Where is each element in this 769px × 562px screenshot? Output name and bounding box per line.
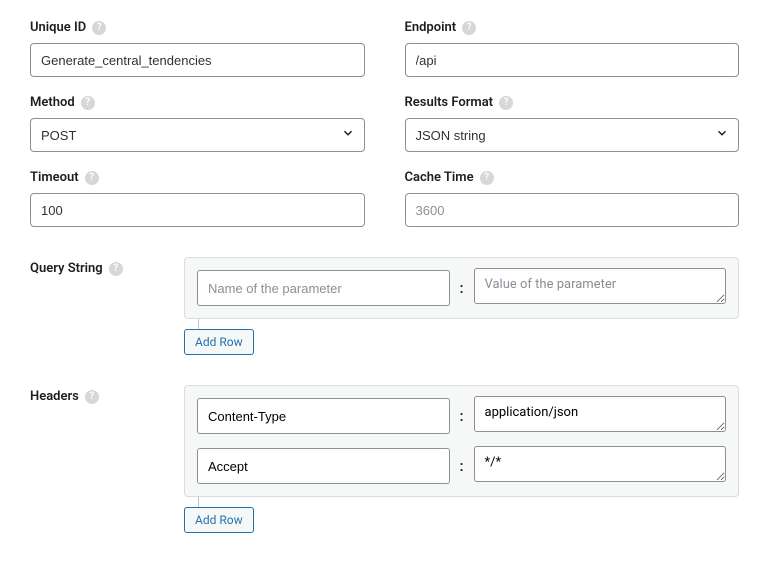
endpoint-input[interactable] <box>405 43 740 77</box>
colon: : <box>458 457 466 475</box>
help-icon: ? <box>499 96 513 110</box>
results-format-select[interactable]: JSON string <box>405 118 740 152</box>
help-icon: ? <box>462 21 476 35</box>
header-name-input[interactable] <box>197 398 450 434</box>
query-string-block: : <box>184 257 739 319</box>
unique-id-label: Unique ID ? <box>30 20 365 35</box>
colon: : <box>458 279 466 297</box>
help-icon: ? <box>109 262 123 276</box>
header-name-input[interactable] <box>197 448 450 484</box>
header-row: : <box>197 446 726 486</box>
headers-block: : : <box>184 385 739 497</box>
colon: : <box>458 407 466 425</box>
endpoint-label: Endpoint ? <box>405 20 740 35</box>
add-row-button[interactable]: Add Row <box>184 507 254 533</box>
method-select[interactable]: POST <box>30 118 365 152</box>
header-value-input[interactable] <box>474 446 727 482</box>
help-icon: ? <box>480 171 494 185</box>
help-icon: ? <box>92 21 106 35</box>
headers-label: Headers ? <box>30 389 160 404</box>
method-label: Method ? <box>30 95 365 110</box>
header-value-input[interactable] <box>474 396 727 432</box>
cache-time-input[interactable] <box>405 193 740 227</box>
help-icon: ? <box>85 390 99 404</box>
query-param-name-input[interactable] <box>197 270 450 306</box>
connector-line <box>198 497 199 507</box>
timeout-label: Timeout ? <box>30 170 365 185</box>
query-string-row: : <box>197 268 726 308</box>
query-string-label: Query String ? <box>30 261 160 276</box>
query-param-value-input[interactable] <box>474 268 727 304</box>
unique-id-input[interactable] <box>30 43 365 77</box>
cache-time-label: Cache Time ? <box>405 170 740 185</box>
add-row-button[interactable]: Add Row <box>184 329 254 355</box>
connector-line <box>198 319 199 329</box>
timeout-input[interactable] <box>30 193 365 227</box>
results-format-label: Results Format ? <box>405 95 740 110</box>
help-icon: ? <box>85 171 99 185</box>
header-row: : <box>197 396 726 436</box>
help-icon: ? <box>81 96 95 110</box>
